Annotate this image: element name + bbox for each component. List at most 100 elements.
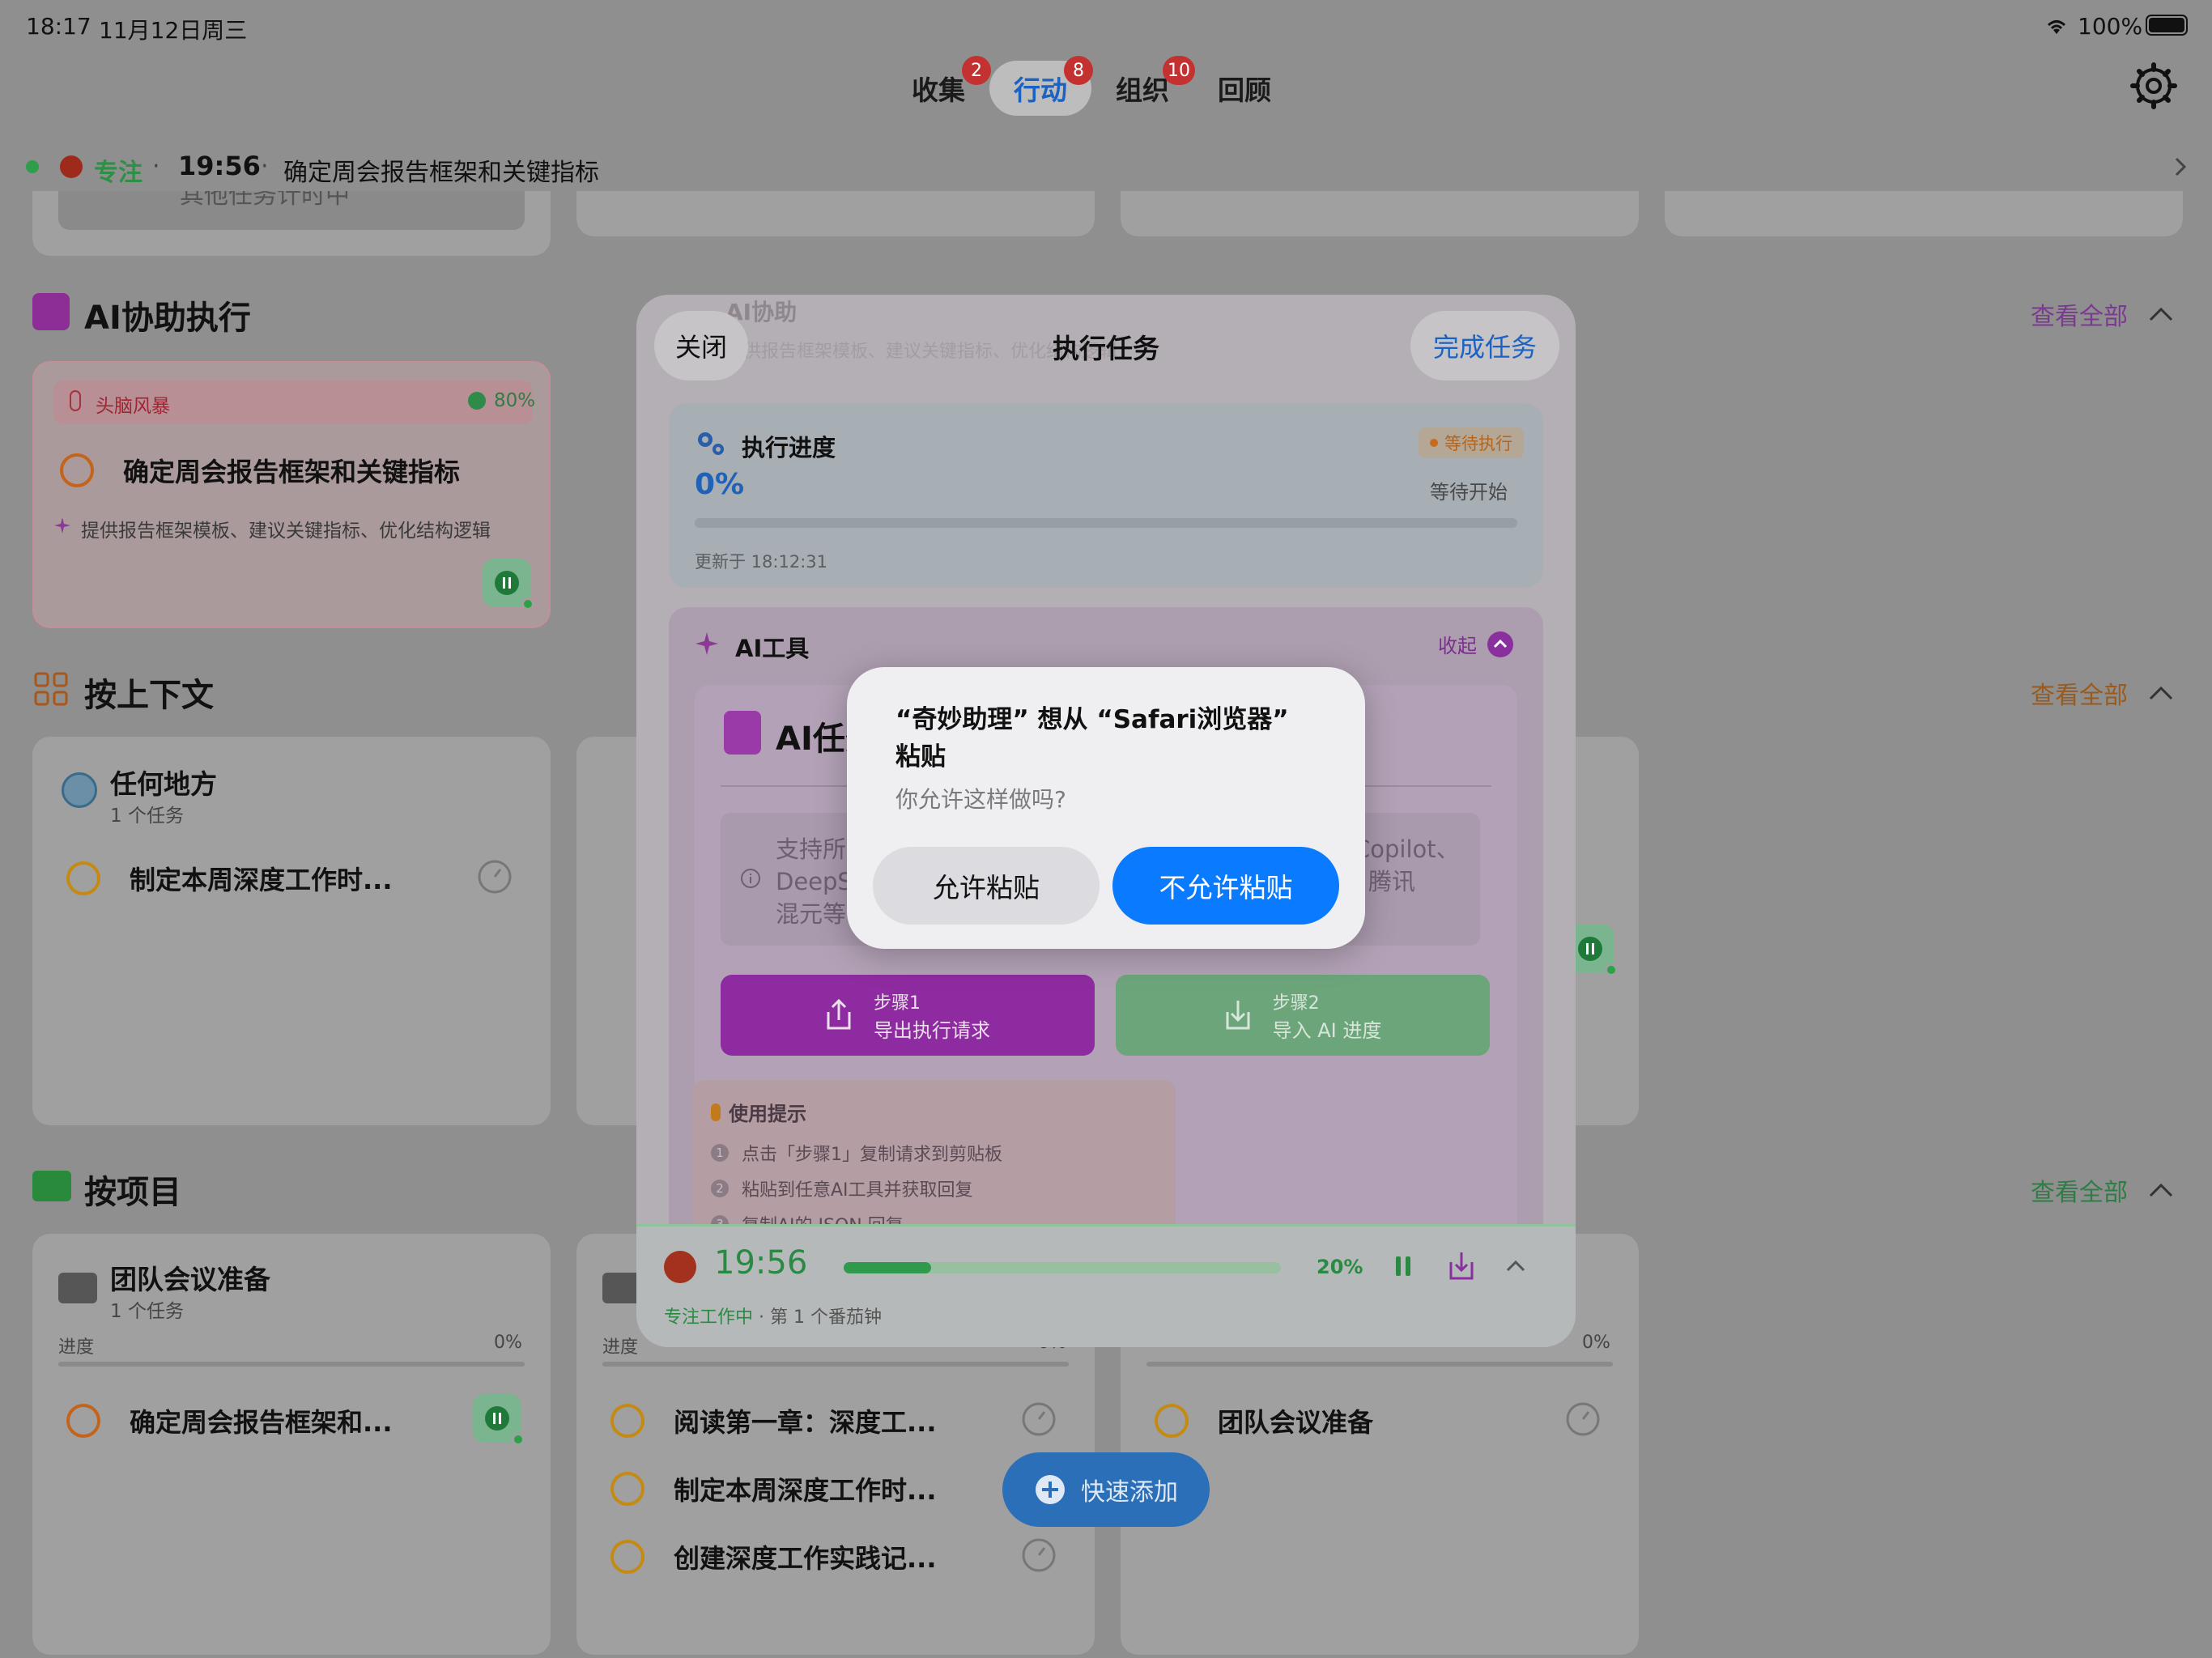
tab-action[interactable]: 行动 8 [989, 56, 1093, 116]
tomato-icon [664, 1251, 696, 1283]
allow-paste-label: 允许粘贴 [933, 872, 1040, 903]
sparkle-icon [696, 632, 718, 655]
context-card[interactable]: 任何地方 1 个任务 制定本周深度工作时... [32, 737, 551, 1125]
tips-title: 使用提示 [729, 1103, 806, 1125]
task-title: 创建深度工作实践记... [674, 1543, 937, 1574]
import-icon[interactable] [1448, 1251, 1475, 1282]
task-checkbox[interactable] [1155, 1404, 1189, 1438]
progress-title: 执行进度 [742, 434, 836, 461]
status-badge: 等待执行 [1419, 427, 1524, 458]
tab-review[interactable]: 回顾 [1193, 61, 1295, 116]
battery-percent: 100% [2078, 13, 2143, 40]
complete-task-button[interactable]: 完成任务 [1410, 311, 1559, 380]
focus-label: 专注 [94, 159, 143, 187]
pause-icon [485, 1406, 509, 1431]
ai-see-all[interactable]: 查看全部 [2031, 296, 2173, 332]
timer-icon[interactable] [1020, 1401, 1057, 1438]
project-card[interactable]: 团队会议准备 1 个任务 进度 0% 确定周会报告框架和... [32, 1234, 551, 1655]
chevron-up-circle-icon [1487, 631, 1513, 657]
ai-card-score: 80% [494, 390, 536, 411]
tomato-icon [60, 155, 83, 178]
tab-organize[interactable]: 组织 10 [1091, 56, 1195, 116]
task-checkbox[interactable] [610, 1404, 644, 1438]
timer-icon[interactable] [1564, 1401, 1602, 1438]
lightbulb-icon [70, 390, 81, 411]
task-checkbox[interactable] [66, 1404, 100, 1438]
task-checkbox[interactable] [610, 1540, 644, 1574]
tab-label: 行动 [1014, 74, 1067, 106]
alert-title: “奇妙助理” 想从 “Safari浏览器” 粘贴 [895, 705, 1289, 772]
plus-circle-icon [1036, 1475, 1065, 1504]
tab-badge: 2 [962, 56, 991, 85]
ai-section-icon [32, 293, 70, 330]
focus-status-bar[interactable]: 专注 · 19:56 · 确定周会报告框架和关键指标 [0, 146, 2212, 191]
folder-icon [58, 1273, 97, 1303]
export-request-button[interactable]: 步骤1 导出执行请求 [721, 975, 1095, 1056]
tab-label: 回顾 [1218, 74, 1271, 106]
progress-state: 等待开始 [1430, 481, 1508, 504]
context-count: 1 个任务 [110, 806, 184, 827]
deny-paste-label: 不允许粘贴 [1159, 872, 1293, 903]
project-see-all[interactable]: 查看全部 [2031, 1172, 2173, 1208]
progress-label: 进度 [602, 1337, 639, 1358]
globe-icon [62, 772, 97, 808]
see-all-label: 查看全部 [2031, 682, 2128, 710]
chevron-up-icon [2149, 686, 2173, 700]
task-title: 确定周会报告框架和... [130, 1407, 393, 1438]
alert-message: 你允许这样做吗? [895, 786, 1066, 813]
timer-progress-fill [844, 1262, 931, 1273]
project-count: 1 个任务 [110, 1301, 184, 1322]
timer-icon[interactable] [1020, 1537, 1057, 1574]
task-title: 阅读第一章：深度工... [674, 1407, 937, 1438]
task-title: 团队会议准备 [1218, 1407, 1374, 1438]
timer-progress-track [844, 1262, 1281, 1273]
gears-icon [698, 432, 724, 455]
ai-card-tag-row: 头脑风暴 80% [53, 380, 536, 424]
deny-paste-button[interactable]: 不允许粘贴 [1112, 847, 1339, 925]
task-title: 制定本周深度工作时... [674, 1475, 937, 1506]
context-see-all[interactable]: 查看全部 [2031, 675, 2173, 711]
import-progress-button[interactable]: 步骤2 导入 AI 进度 [1116, 975, 1490, 1056]
pause-icon[interactable] [1391, 1254, 1415, 1278]
partial-card [1121, 191, 1639, 236]
info-icon [741, 869, 760, 888]
sparkle-icon [54, 517, 70, 534]
tab-collect[interactable]: 收集 2 [887, 56, 991, 116]
tab-badge: 10 [1163, 56, 1195, 85]
share-icon [827, 999, 851, 1030]
updated-time: 更新于 18:12:31 [695, 552, 827, 572]
clipboard-icon [724, 711, 761, 755]
paste-permission-alert: “奇妙助理” 想从 “Safari浏览器” 粘贴 你允许这样做吗? 允许粘贴 不… [847, 667, 1365, 949]
progress-bar [58, 1362, 525, 1367]
pause-icon [495, 571, 519, 595]
task-checkbox[interactable] [60, 453, 94, 487]
info-text: 腾讯 [1368, 868, 1416, 895]
task-title: 制定本周深度工作时... [130, 865, 393, 895]
tip-item: 粘贴到任意AI工具并获取回复 [742, 1180, 973, 1201]
tab-label: 收集 [912, 74, 965, 106]
collapse-button[interactable]: 收起 [1438, 630, 1514, 658]
ai-task-card[interactable]: 头脑风暴 80% 确定周会报告框架和关键指标 提供报告框架模板、建议关键指标、优… [32, 361, 551, 628]
tab-label: 组织 [1116, 74, 1169, 106]
timer-icon[interactable] [476, 858, 513, 895]
focus-task: 确定周会报告框架和关键指标 [283, 159, 599, 187]
partial-card [1665, 191, 2183, 236]
progress-bar [602, 1362, 1069, 1367]
allow-paste-button[interactable]: 允许粘贴 [873, 847, 1100, 925]
task-checkbox[interactable] [610, 1472, 644, 1506]
step-label: 步骤1 [874, 993, 921, 1014]
quick-add-button[interactable]: 快速添加 [1002, 1452, 1210, 1527]
folder-icon [32, 1171, 71, 1201]
ai-section-title: AI协助执行 [84, 300, 251, 337]
chevron-up-icon[interactable] [1506, 1261, 1525, 1272]
pomodoro-footer: 19:56 20% 专注工作中 · 第 1 个番茄钟 [636, 1224, 1576, 1347]
grid-icon [34, 672, 68, 706]
partial-task-text: 其他任务计时中 [180, 191, 350, 210]
settings-button[interactable] [2129, 62, 2178, 110]
pause-button[interactable] [473, 1394, 525, 1446]
battery-icon [2146, 15, 2188, 36]
ai-card-hint: 提供报告框架模板、建议关键指标、优化结构逻辑 [81, 521, 491, 542]
task-checkbox[interactable] [66, 861, 100, 895]
pause-button[interactable] [483, 559, 534, 610]
project-name: 团队会议准备 [110, 1264, 270, 1295]
